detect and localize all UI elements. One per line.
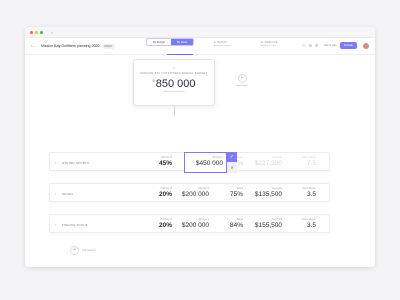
chevron-right-icon[interactable]: › [55,222,56,227]
metric-value: 84% [229,222,243,229]
metric-value: $200 000 [181,222,209,229]
budget-value: 850 000 [155,78,196,90]
add-budget-label: Add budget [236,85,248,87]
metric-label: Target [236,187,243,190]
tree-connector [174,106,175,116]
metric-label: Allocate % [160,156,172,159]
allocate-percent: Allocate % 20% [159,187,172,198]
step-number: 3. ANALYZE [261,41,278,44]
allocate-amount-editor[interactable]: Allocate $ $450 000 [184,152,227,173]
net-profit-metric: Net Profit $155,500 [255,218,282,229]
add-budget-button[interactable]: + Add budget [231,74,253,87]
category-row-fishing-tools[interactable]: › FISHING TOOLS Allocate % 20% Allocate … [49,214,330,233]
chevron-right-icon[interactable]: › [55,160,56,165]
metric-label: Sales Margin [302,156,316,159]
view-toggle: By Budget By Value [146,38,195,46]
metric-label: Sales Margin [302,218,316,221]
target-metric: Target 75% [230,187,243,198]
budget-label: MISSION BAY OUTFITTERS ANNUAL BUDGET [140,72,208,75]
toggle-by-value[interactable]: By Value [170,39,194,45]
budget-allocated-note: allocated of $700,000 [163,91,185,93]
metric-label: Sales Margin [302,187,316,190]
allocate-amount[interactable]: Allocate $ $200 000 [182,187,209,198]
category-name: SHOES [62,191,74,196]
check-icon[interactable]: ✓ [227,152,237,162]
metric-label: Allocate $ [198,187,210,190]
step-number: 2. BUILD [214,41,227,44]
metric-label: Allocate % [160,218,172,221]
browser-chrome: ⌕ [25,27,375,38]
metric-label: Net Profit [272,187,282,190]
metric-label: Allocate $ [212,156,224,159]
category-name: FISHING TOOLS [62,222,88,227]
step-desc: Build campaigns [214,45,231,47]
metric-value: 45% [158,160,172,167]
metric-value: 20% [158,222,172,229]
sales-margin-metric: Sales Margin 3.5 [302,218,316,229]
currency-symbol: $ [152,78,155,83]
status-badge: DRAFT [102,43,115,49]
avatar[interactable] [363,42,369,49]
allocate-amount-input[interactable]: $450 000 [196,160,223,167]
allocate-amount[interactable]: Allocate $ $200 000 [182,218,209,229]
metric-value: 7.5 [306,160,316,167]
chevron-right-icon[interactable]: › [55,191,56,196]
metric-value: 20% [158,191,172,198]
metric-value: 75% [229,191,243,198]
allocate-percent: Allocate % 45% [159,156,172,167]
step-analyze[interactable]: 3. ANALYZE Analyze results [261,41,299,54]
metric-label: Net Profit [272,218,282,221]
arrow-left-icon[interactable]: ← [30,43,36,49]
metric-label: Net Profit [272,156,282,159]
metric-value: $227,500 [254,160,282,167]
metric-value: 3.5 [306,191,316,198]
category-name: WINTER SPORTS [62,160,90,165]
close-dot[interactable] [30,30,33,34]
step-desc: Analyze results [261,45,276,47]
tag-icon: ⌂ [172,65,176,71]
metric-value: $200 000 [181,191,209,198]
search-icon[interactable]: ⌕ [51,30,53,35]
header-actions: ⚇ ✉ ⚙ Add to plan Activate [302,42,369,49]
maximize-dot[interactable] [40,30,43,34]
chat-icon[interactable]: ✉ [309,43,312,48]
close-icon[interactable]: ✕ [227,162,237,173]
budget-amount: $850 000 [134,78,214,90]
metric-value: 3.5 [306,222,316,229]
sales-margin-metric: Sales Margin 3.5 [302,187,316,198]
sales-margin-metric: Sales Margin 7.5 [302,156,316,167]
category-row-winter-sports[interactable]: › WINTER SPORTS Allocate % 45% Allocate … [49,152,330,173]
category-row-shoes[interactable]: › SHOES Allocate % 20% Allocate $ $200 0… [49,183,330,202]
activate-button[interactable]: Activate [339,42,357,49]
metric-value: $135,500 [254,191,282,198]
page-title: Mission Bay Outfitters planning 2020 [41,44,100,48]
metric-value: $155,500 [254,222,282,229]
net-profit-metric: Net Profit $135,500 [255,187,282,198]
plus-icon: + [237,74,247,83]
users-icon[interactable]: ⚇ [302,43,306,48]
minimize-dot[interactable] [35,30,38,34]
toggle-by-budget[interactable]: By Budget [147,39,171,45]
metric-label: Allocate $ [198,218,210,221]
settings-icon[interactable]: ⚙ [315,43,319,48]
target-metric: Target 84% [230,218,243,229]
add-to-plan-link[interactable]: Add to plan [324,44,337,47]
allocate-percent: Allocate % 20% [159,218,172,229]
net-profit-metric: Net Profit $227,500 [255,156,282,167]
app-header: ← Mission Bay Outfitters planning 2020 D… [25,38,375,55]
annual-budget-card[interactable]: ⌂ MISSION BAY OUTFITTERS ANNUAL BUDGET $… [133,59,215,106]
metric-label: Target [236,218,243,221]
plus-icon: + [70,246,79,255]
add-category-label: Add category [82,249,97,252]
step-build[interactable]: 2. BUILD Build campaigns [214,41,252,54]
metric-label: Allocate % [160,187,172,190]
add-category-button[interactable]: + Add category [70,246,96,255]
